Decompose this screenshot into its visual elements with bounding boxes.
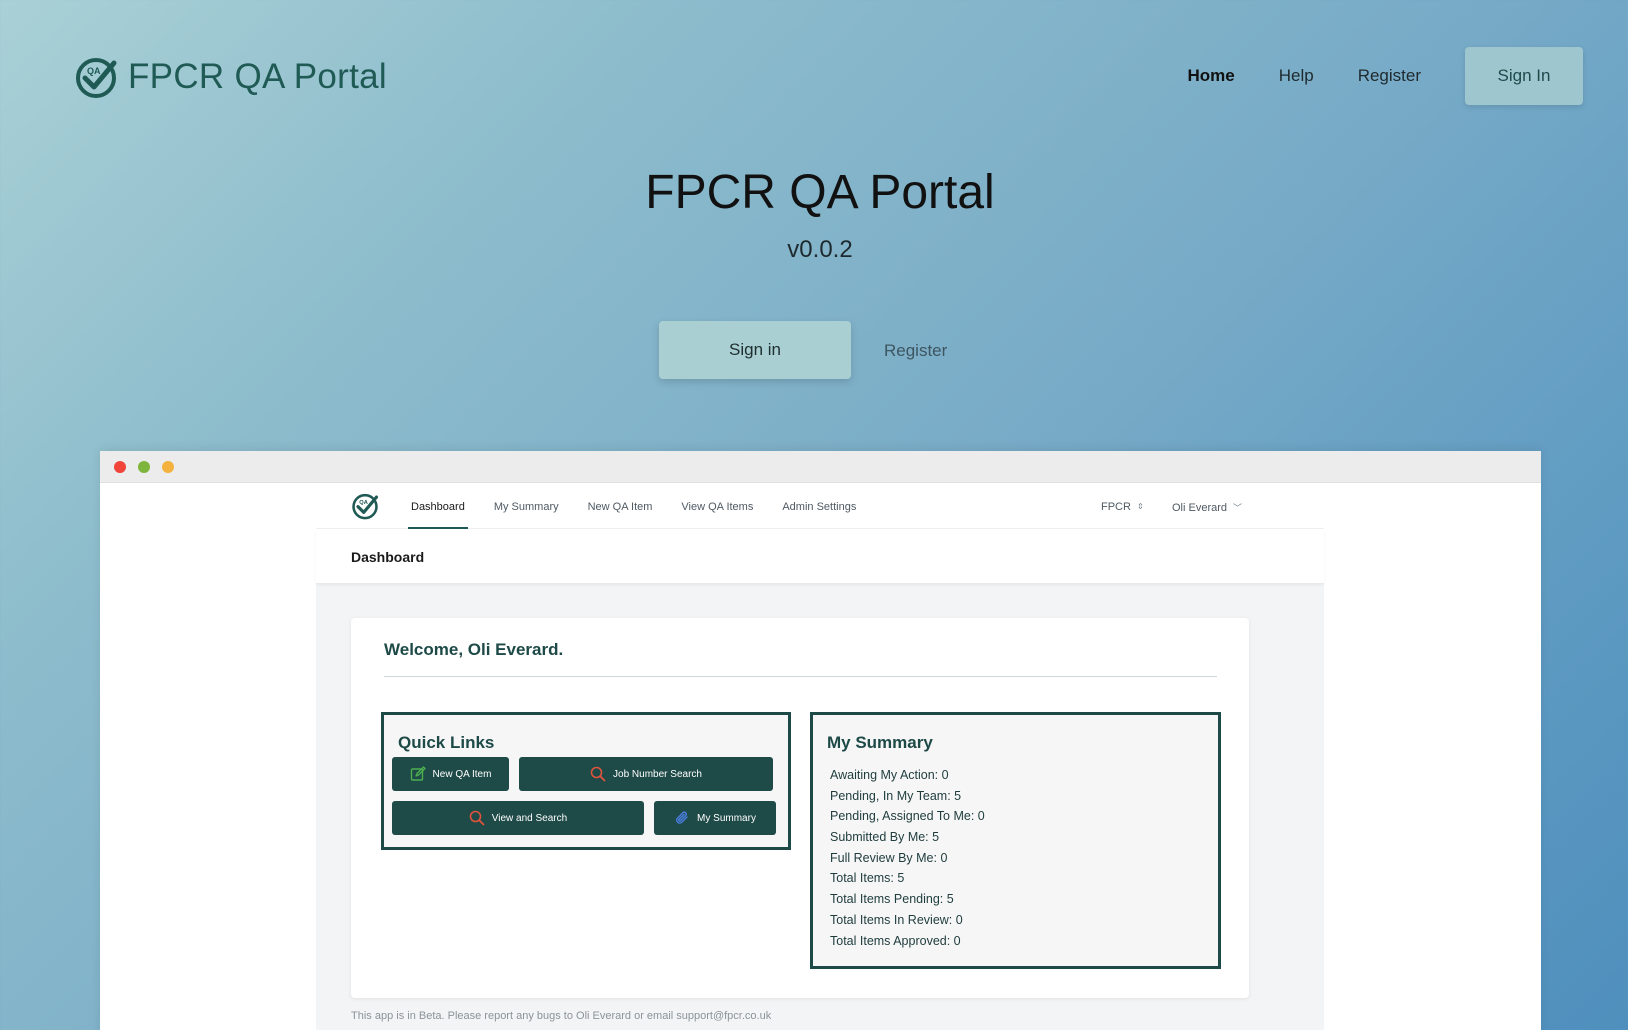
nav-help[interactable]: Help: [1279, 66, 1314, 86]
summary-total-items-approved: Total Items Approved: 0: [830, 933, 961, 948]
summary-total-items-in-review: Total Items In Review: 0: [830, 912, 963, 927]
user-name: Oli Everard: [1172, 501, 1228, 514]
quick-links-title: Quick Links: [398, 733, 495, 752]
new-qa-item-label: New QA Item: [432, 768, 492, 780]
svg-text:QA: QA: [359, 500, 368, 506]
org-selector[interactable]: FPCR ⇕: [1101, 501, 1144, 513]
tab-my-summary[interactable]: My Summary: [494, 483, 559, 529]
browser-titlebar: [100, 451, 1541, 483]
my-summary-label: My Summary: [697, 812, 756, 824]
chevron-up-down-icon: ⇕: [1136, 502, 1144, 511]
site-nav: Home Help Register Sign In: [1187, 47, 1628, 105]
window-maximize-dot: [138, 461, 150, 473]
site-header: QA FPCR QA Portal Home Help Register Sig…: [0, 0, 1628, 150]
brand-name: FPCR QA Portal: [128, 57, 387, 96]
nav-register[interactable]: Register: [1358, 66, 1421, 86]
summary-pending-in-my-team: Pending, In My Team: 5: [830, 788, 962, 803]
summary-full-review-by-me: Full Review By Me: 0: [830, 850, 948, 865]
brand[interactable]: QA FPCR QA Portal: [74, 55, 387, 99]
summary-pending-assigned-to-me: Pending, Assigned To Me: 0: [830, 809, 985, 824]
page-header: Dashboard: [316, 529, 1324, 583]
beta-footer-note: This app is in Beta. Please report any b…: [351, 1010, 772, 1022]
svg-text:QA: QA: [87, 66, 101, 76]
hero-sign-in-button[interactable]: Sign in: [659, 321, 851, 379]
view-and-search-label: View and Search: [491, 812, 568, 824]
org-name: FPCR: [1101, 501, 1131, 513]
qa-check-logo-icon: QA: [76, 58, 117, 98]
user-menu[interactable]: Oli Everard ﹀: [1172, 501, 1242, 514]
summary-total-items-pending: Total Items Pending: 5: [830, 892, 954, 907]
divider: [384, 676, 1217, 677]
my-summary-title: My Summary: [827, 733, 933, 752]
nav-sign-in-button[interactable]: Sign In: [1465, 47, 1583, 105]
summary-submitted-by-me: Submitted By Me: 5: [830, 830, 940, 845]
hero-register-link[interactable]: Register: [884, 341, 947, 361]
job-number-search-label: Job Number Search: [613, 768, 702, 780]
qa-check-logo-icon[interactable]: QA: [351, 492, 379, 520]
tab-new-qa-item[interactable]: New QA Item: [588, 483, 653, 529]
welcome-card: Welcome, Oli Everard. Quick Links New QA…: [351, 618, 1249, 998]
window-minimize-dot: [162, 461, 174, 473]
edit-icon: [410, 766, 426, 781]
page-title: Dashboard: [351, 549, 425, 565]
app-navbar: QA Dashboard My Summary New QA Item View…: [316, 483, 1324, 529]
summary-list: Awaiting My Action: 0 Pending, In My Tea…: [830, 765, 985, 951]
job-number-search-button[interactable]: Job Number Search: [519, 757, 773, 791]
browser-mockup: QA Dashboard My Summary New QA Item View…: [100, 451, 1541, 1030]
chevron-down-icon: ﹀: [1233, 503, 1243, 513]
welcome-message: Welcome, Oli Everard.: [384, 640, 564, 659]
my-summary-button[interactable]: My Summary: [654, 801, 776, 835]
paperclip-icon: [676, 811, 688, 824]
tab-view-qa-items[interactable]: View QA Items: [681, 483, 753, 529]
summary-awaiting-my-action: Awaiting My Action: 0: [830, 768, 949, 782]
app-tabs: Dashboard My Summary New QA Item View QA…: [408, 483, 885, 529]
window-close-dot: [114, 461, 126, 473]
nav-home[interactable]: Home: [1187, 66, 1234, 86]
hero-version: v0.0.2: [787, 236, 853, 263]
search-icon: [590, 766, 606, 782]
new-qa-item-button[interactable]: New QA Item: [392, 757, 509, 791]
app-screenshot: QA Dashboard My Summary New QA Item View…: [316, 483, 1324, 1030]
hero-title: FPCR QA Portal: [645, 166, 995, 219]
view-and-search-button[interactable]: View and Search: [392, 801, 644, 835]
tab-admin-settings[interactable]: Admin Settings: [782, 483, 856, 529]
quick-links-panel: Quick Links New QA Item Job Number Searc…: [381, 712, 791, 850]
summary-total-items: Total Items: 5: [830, 871, 905, 886]
search-icon: [469, 810, 485, 826]
my-summary-panel: My Summary Awaiting My Action: 0 Pending…: [810, 712, 1221, 969]
tab-dashboard[interactable]: Dashboard: [408, 483, 468, 529]
